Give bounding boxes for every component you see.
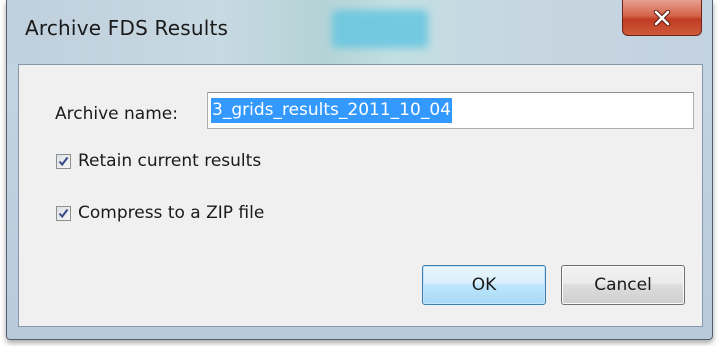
cancel-button[interactable]: Cancel (561, 265, 685, 305)
dialog-body: Archive name: 3_grids_results_2011_10_04… (18, 64, 703, 327)
title-bar-glow (332, 10, 428, 48)
checkmark-icon (58, 152, 69, 171)
ok-button[interactable]: OK (422, 265, 546, 305)
close-button[interactable] (622, 0, 702, 36)
title-bar[interactable]: Archive FDS Results (7, 0, 712, 64)
retain-results-label[interactable]: Retain current results (78, 151, 261, 171)
compress-zip-label[interactable]: Compress to a ZIP file (78, 203, 264, 223)
retain-results-option[interactable]: Retain current results (56, 151, 261, 171)
compress-zip-checkbox[interactable] (56, 204, 71, 223)
compress-zip-option[interactable]: Compress to a ZIP file (56, 203, 264, 223)
window-title: Archive FDS Results (25, 16, 229, 40)
retain-results-checkbox[interactable] (56, 152, 71, 171)
archive-name-label: Archive name: (55, 104, 178, 124)
checkmark-icon (58, 204, 69, 223)
archive-name-value[interactable]: 3_grids_results_2011_10_04 (211, 98, 452, 123)
close-icon (653, 9, 671, 26)
archive-name-input[interactable]: 3_grids_results_2011_10_04 (207, 92, 694, 129)
dialog-window: Archive FDS Results Archive name: 3_grid… (6, 0, 713, 340)
